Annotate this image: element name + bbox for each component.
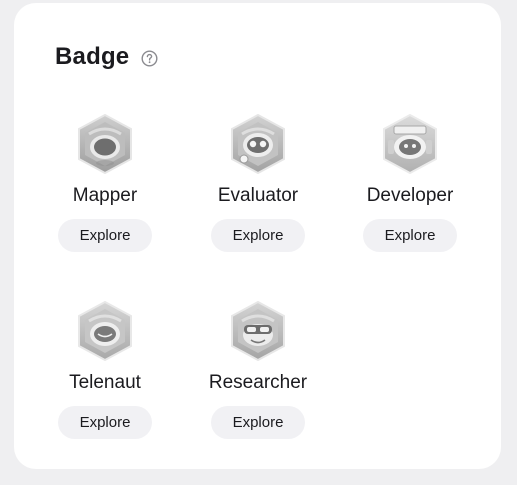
badge-name: Telenaut	[69, 372, 141, 393]
explore-button-developer[interactable]: Explore	[363, 219, 457, 252]
section-title: Badge	[55, 43, 130, 70]
badge-card: Badge Mapper Explore Evaluator Explore D…	[14, 3, 501, 469]
explore-button-evaluator[interactable]: Explore	[211, 219, 305, 252]
evaluator-badge-icon	[231, 114, 285, 174]
explore-button-telenaut[interactable]: Explore	[58, 406, 152, 439]
badge-item-mapper: Mapper Explore	[45, 114, 165, 252]
badge-name: Mapper	[72, 185, 138, 206]
badge-item-evaluator: Evaluator Explore	[198, 114, 318, 252]
researcher-badge-icon	[231, 301, 285, 361]
badge-name: Researcher	[208, 372, 308, 393]
explore-button-mapper[interactable]: Explore	[58, 219, 152, 252]
badge-header: Badge	[55, 43, 158, 71]
badge-name: Evaluator	[217, 185, 299, 206]
badge-name: Developer	[366, 185, 454, 206]
explore-button-researcher[interactable]: Explore	[211, 406, 305, 439]
developer-badge-icon	[383, 114, 437, 174]
mapper-badge-icon	[78, 114, 132, 174]
question-circle-icon[interactable]	[141, 50, 158, 67]
badge-item-researcher: Researcher Explore	[198, 301, 318, 439]
badge-item-telenaut: Telenaut Explore	[45, 301, 165, 439]
telenaut-badge-icon	[78, 301, 132, 361]
badge-item-developer: Developer Explore	[350, 114, 470, 252]
